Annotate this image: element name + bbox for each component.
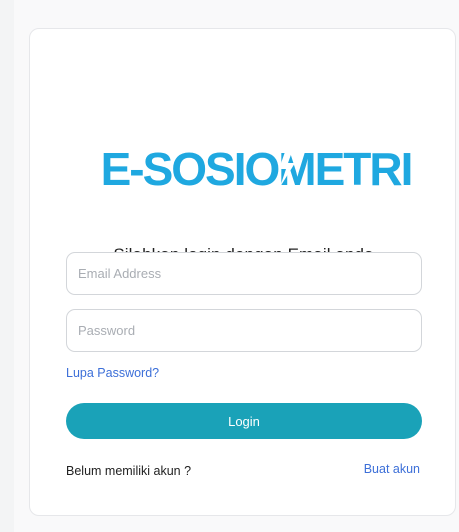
- no-account-text: Belum memiliki akun ?: [66, 464, 192, 478]
- brand-logo: E-SOSIOMETRI: [83, 143, 429, 193]
- brand-logo-graphic: E-SOSIOMETRI: [101, 143, 414, 193]
- brand-logo-text: E-SOSIOMETRI: [101, 143, 412, 193]
- forgot-password-link[interactable]: Lupa Password?: [66, 366, 159, 380]
- login-button[interactable]: Login: [66, 403, 422, 439]
- login-card: E-SOSIOMETRI Silahkan login dengan Email…: [29, 28, 456, 516]
- create-account-link[interactable]: Buat akun: [364, 462, 420, 476]
- background-strip: [0, 0, 14, 532]
- password-field[interactable]: [66, 309, 422, 352]
- email-field[interactable]: [66, 252, 422, 295]
